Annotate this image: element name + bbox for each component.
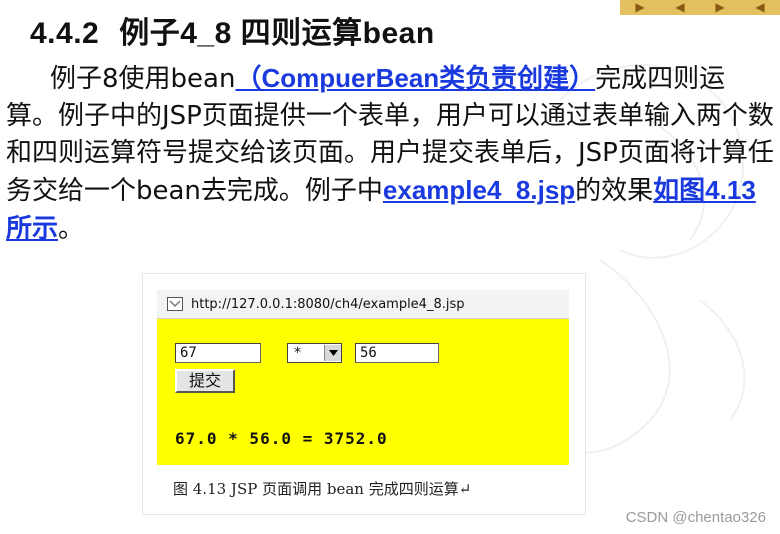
section-title: 例子4_8 四则运算bean (119, 17, 435, 50)
operator-select[interactable]: * (287, 343, 342, 363)
body-paragraph: 例子8使用bean（CompuerBean类负责创建）完成四则运算。例子中的JS… (6, 60, 774, 248)
section-heading: 4.4.2 例子4_8 四则运算bean (30, 8, 435, 52)
slide-navigation-bar: ▶ ◀ ▶ ◀ (620, 0, 780, 15)
figure-caption: 图 4.13 JSP 页面调用 bean 完成四则运算↵ (173, 480, 472, 498)
previous-slide-icon[interactable]: ◀ (675, 0, 684, 15)
calculation-result: 67.0 * 56.0 = 3752.0 (175, 429, 388, 448)
operand2-input[interactable]: 56 (355, 343, 439, 363)
url-text: http://127.0.0.1:8080/ch4/example4_8.jsp (191, 296, 465, 312)
operator-value: * (294, 345, 301, 361)
compuerbean-link[interactable]: （CompuerBean类负责创建） (235, 63, 595, 93)
operand1-input[interactable]: 67 (175, 343, 261, 363)
credit-watermark: CSDN @chentao326 (625, 509, 766, 526)
figure-screenshot: http://127.0.0.1:8080/ch4/example4_8.jsp… (142, 273, 586, 515)
example-jsp-link[interactable]: example4_8.jsp (383, 175, 575, 205)
browser-address-bar: http://127.0.0.1:8080/ch4/example4_8.jsp (157, 290, 569, 319)
para-text-4: 。 (58, 214, 85, 244)
section-number: 4.4.2 (30, 17, 100, 50)
para-text-3: 的效果 (575, 176, 654, 206)
page-icon (167, 297, 183, 311)
first-slide-icon[interactable]: ▶ (635, 0, 644, 15)
form-page-area: 67 * 56 提交 67.0 * 56.0 = 3752.0 (157, 319, 569, 465)
last-slide-icon[interactable]: ◀ (755, 0, 764, 15)
next-slide-icon[interactable]: ▶ (715, 0, 724, 15)
dropdown-arrow-icon (324, 345, 341, 361)
submit-button[interactable]: 提交 (175, 369, 235, 393)
para-text-1: 例子8使用bean (50, 64, 236, 94)
